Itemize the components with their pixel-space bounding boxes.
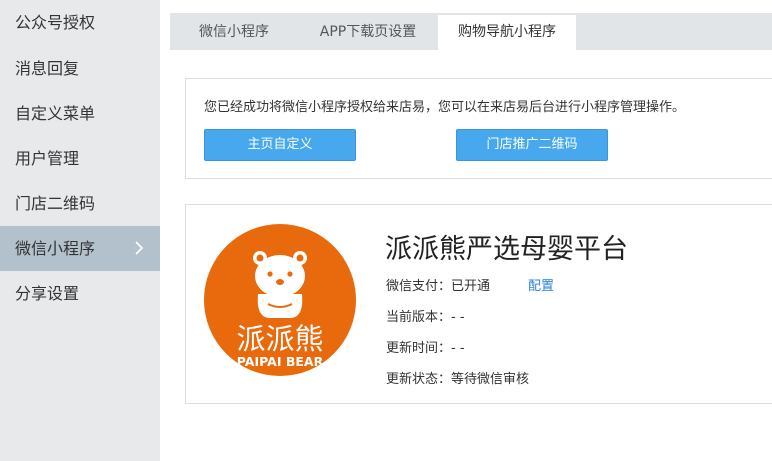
auth-panel: 您已经成功将微信小程序授权给来店易，您可以在来店易后台进行小程序管理操作。 主页… <box>185 78 772 179</box>
sidebar-item-custom-menu[interactable]: 自定义菜单 <box>0 91 160 136</box>
tab-bar: 微信小程序 APP下载页设置 购物导航小程序 <box>170 13 772 51</box>
sidebar-item-label: 微信小程序 <box>15 239 96 258</box>
sidebar-item-label: 消息回复 <box>15 59 80 78</box>
sidebar-item-label: 公众号授权 <box>15 13 96 32</box>
tab-wechat-mini-program[interactable]: 微信小程序 <box>170 15 298 50</box>
version-label: 当前版本： <box>386 310 452 325</box>
mini-program-card: 派派熊 PAIPAI BEAR 派派熊严选母婴平台 微信支付：已开通 配置 当前… <box>185 204 772 404</box>
sidebar: 公众号授权 消息回复 自定义菜单 用户管理 门店二维码 微信小程序 分享设置 <box>0 0 160 461</box>
auth-notice: 您已经成功将微信小程序授权给来店易，您可以在来店易后台进行小程序管理操作。 <box>204 100 686 115</box>
update-time-label: 更新时间： <box>386 341 452 356</box>
sidebar-item-label: 门店二维码 <box>15 194 96 213</box>
logo-text-cn: 派派熊 <box>236 322 323 356</box>
sidebar-item-user-management[interactable]: 用户管理 <box>0 136 160 181</box>
tab-app-download-settings[interactable]: APP下载页设置 <box>298 15 438 50</box>
pay-status-row: 微信支付：已开通 <box>386 275 490 294</box>
sidebar-item-label: 自定义菜单 <box>15 104 96 123</box>
config-link[interactable]: 配置 <box>528 275 554 294</box>
sidebar-item-store-qrcode[interactable]: 门店二维码 <box>0 181 160 226</box>
store-qr-button[interactable]: 门店推广二维码 <box>456 129 608 161</box>
paipai-bear-logo: 派派熊 PAIPAI BEAR <box>204 224 356 376</box>
tab-shopping-nav-mini-program[interactable]: 购物导航小程序 <box>438 15 576 51</box>
sidebar-item-wechat-mini-program[interactable]: 微信小程序 <box>0 226 160 271</box>
pay-label: 微信支付： <box>386 279 452 294</box>
update-time-row: 更新时间：- - <box>386 337 465 356</box>
mini-program-name: 派派熊严选母婴平台 <box>385 234 628 265</box>
version-row: 当前版本：- - <box>386 306 465 325</box>
logo-text-en: PAIPAI BEAR <box>237 354 324 369</box>
sidebar-item-label: 分享设置 <box>15 284 80 303</box>
main-content: 微信小程序 APP下载页设置 购物导航小程序 您已经成功将微信小程序授权给来店易… <box>160 0 772 461</box>
home-custom-button[interactable]: 主页自定义 <box>204 129 356 161</box>
sidebar-item-label: 用户管理 <box>15 149 80 168</box>
chevron-right-icon <box>135 241 144 255</box>
tab-label: APP下载页设置 <box>319 24 417 40</box>
tab-label: 微信小程序 <box>199 24 269 40</box>
update-status-label: 更新状态： <box>386 372 452 387</box>
update-time-value: - - <box>451 341 465 356</box>
update-status-value: 等待微信审核 <box>451 372 530 387</box>
version-value: - - <box>451 310 465 325</box>
tab-label: 购物导航小程序 <box>458 24 556 40</box>
sidebar-item-message-reply[interactable]: 消息回复 <box>0 46 160 91</box>
update-status-row: 更新状态：等待微信审核 <box>386 368 529 387</box>
sidebar-item-official-account-auth[interactable]: 公众号授权 <box>0 0 160 45</box>
pay-value: 已开通 <box>451 279 491 294</box>
sidebar-item-share-settings[interactable]: 分享设置 <box>0 271 160 316</box>
